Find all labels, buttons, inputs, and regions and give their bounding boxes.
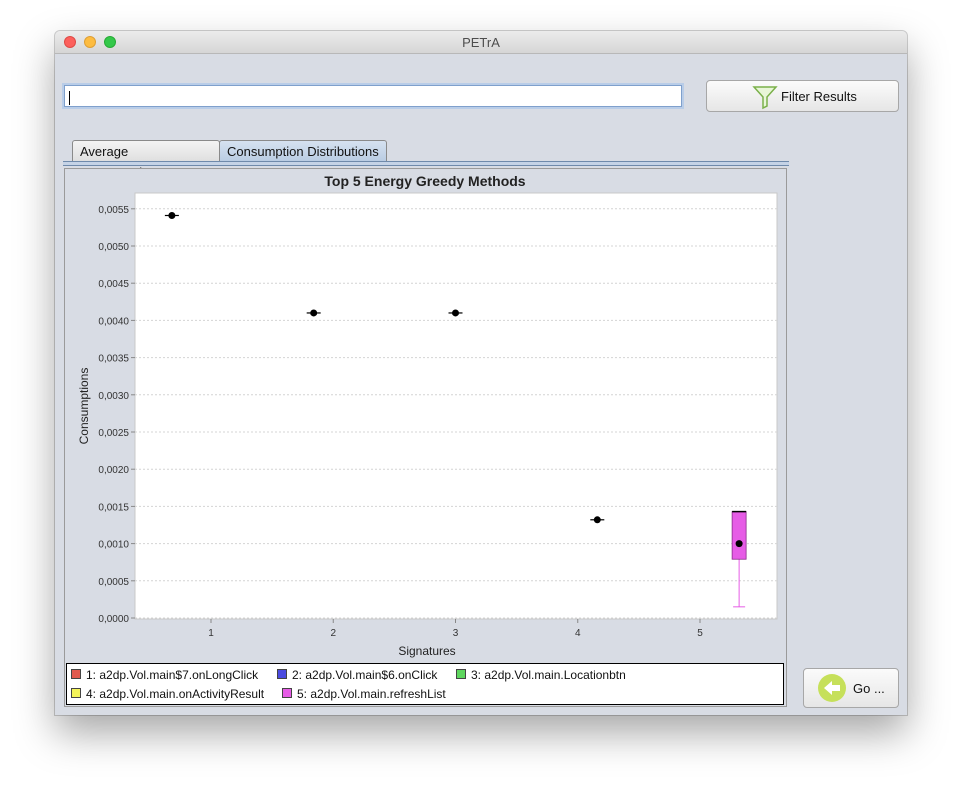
legend-item-5: 5: a2dp.Vol.main.refreshList [282, 687, 446, 701]
y-tick-label: 0,0015 [98, 502, 129, 513]
tab-strip-border [63, 161, 789, 166]
chart-legend: 1: a2dp.Vol.main$7.onLongClick 2: a2dp.V… [66, 663, 784, 705]
y-tick-label: 0,0000 [98, 614, 129, 625]
legend-label-1: 1: a2dp.Vol.main$7.onLongClick [86, 668, 259, 682]
legend-label-2: 2: a2dp.Vol.main$6.onClick [292, 668, 438, 682]
go-button-label: Go ... [853, 681, 885, 696]
legend-label-4: 4: a2dp.Vol.main.onActivityResult [86, 687, 265, 701]
mean-point [168, 211, 176, 219]
filter-results-button[interactable]: Filter Results [706, 80, 899, 112]
arrow-left-icon [818, 674, 846, 702]
search-input[interactable] [64, 85, 682, 107]
legend-swatch-1 [71, 669, 81, 679]
y-tick-label: 0,0035 [98, 354, 129, 365]
y-tick-label: 0,0020 [98, 465, 129, 476]
x-tick-label: 4 [575, 628, 581, 639]
go-button[interactable]: Go ... [803, 668, 899, 708]
legend-item-4: 4: a2dp.Vol.main.onActivityResult [71, 687, 264, 701]
x-axis-label: Signatures [398, 644, 455, 658]
tab-average-consumptions[interactable]: Average Consumptions [72, 140, 220, 180]
chart-title: Top 5 Energy Greedy Methods [324, 173, 525, 189]
app-window: PETrA Filter Results Average Consumption… [55, 31, 907, 715]
tab-consumption-distributions[interactable]: Consumption Distributions [219, 140, 387, 162]
x-tick-label: 3 [453, 628, 459, 639]
mean-point [310, 309, 318, 317]
title-bar: PETrA [55, 31, 907, 54]
legend-label-5: 5: a2dp.Vol.main.refreshList [297, 687, 446, 701]
legend-item-3: 3: a2dp.Vol.main.Locationbtn [456, 668, 626, 682]
x-tick-label: 5 [697, 628, 703, 639]
x-tick-label: 1 [208, 628, 214, 639]
y-tick-label: 0,0050 [98, 242, 129, 253]
filter-results-label: Filter Results [781, 89, 857, 104]
y-axis-label: Consumptions [77, 368, 91, 445]
mean-point [452, 309, 459, 317]
plot-area [134, 192, 778, 620]
y-tick-label: 0,0030 [98, 391, 129, 402]
legend-swatch-5 [282, 688, 292, 698]
mean-point [735, 540, 743, 548]
legend-label-3: 3: a2dp.Vol.main.Locationbtn [471, 668, 626, 682]
y-tick-label: 0,0005 [98, 577, 129, 588]
legend-swatch-2 [277, 669, 287, 679]
mean-point [593, 516, 601, 524]
window-title: PETrA [462, 35, 500, 50]
y-tick-label: 0,0025 [98, 428, 129, 439]
box-body [731, 511, 747, 560]
y-tick-label: 0,0055 [98, 205, 129, 216]
x-tick-label: 2 [330, 628, 336, 639]
y-tick-label: 0,0045 [98, 279, 129, 290]
legend-swatch-3 [456, 669, 466, 679]
text-caret [69, 90, 70, 105]
chart-panel: Top 5 Energy Greedy Methods 0,0000 0,0005… [64, 168, 787, 707]
legend-item-1: 1: a2dp.Vol.main$7.onLongClick [71, 668, 258, 682]
legend-swatch-4 [71, 688, 81, 698]
legend-item-2: 2: a2dp.Vol.main$6.onClick [277, 668, 437, 682]
y-tick-label: 0,0040 [98, 316, 129, 327]
y-tick-label: 0,0010 [98, 540, 129, 551]
funnel-icon [752, 86, 778, 110]
box-plot-chart: Top 5 Energy Greedy Methods 0,0000 0,0005… [77, 173, 778, 658]
